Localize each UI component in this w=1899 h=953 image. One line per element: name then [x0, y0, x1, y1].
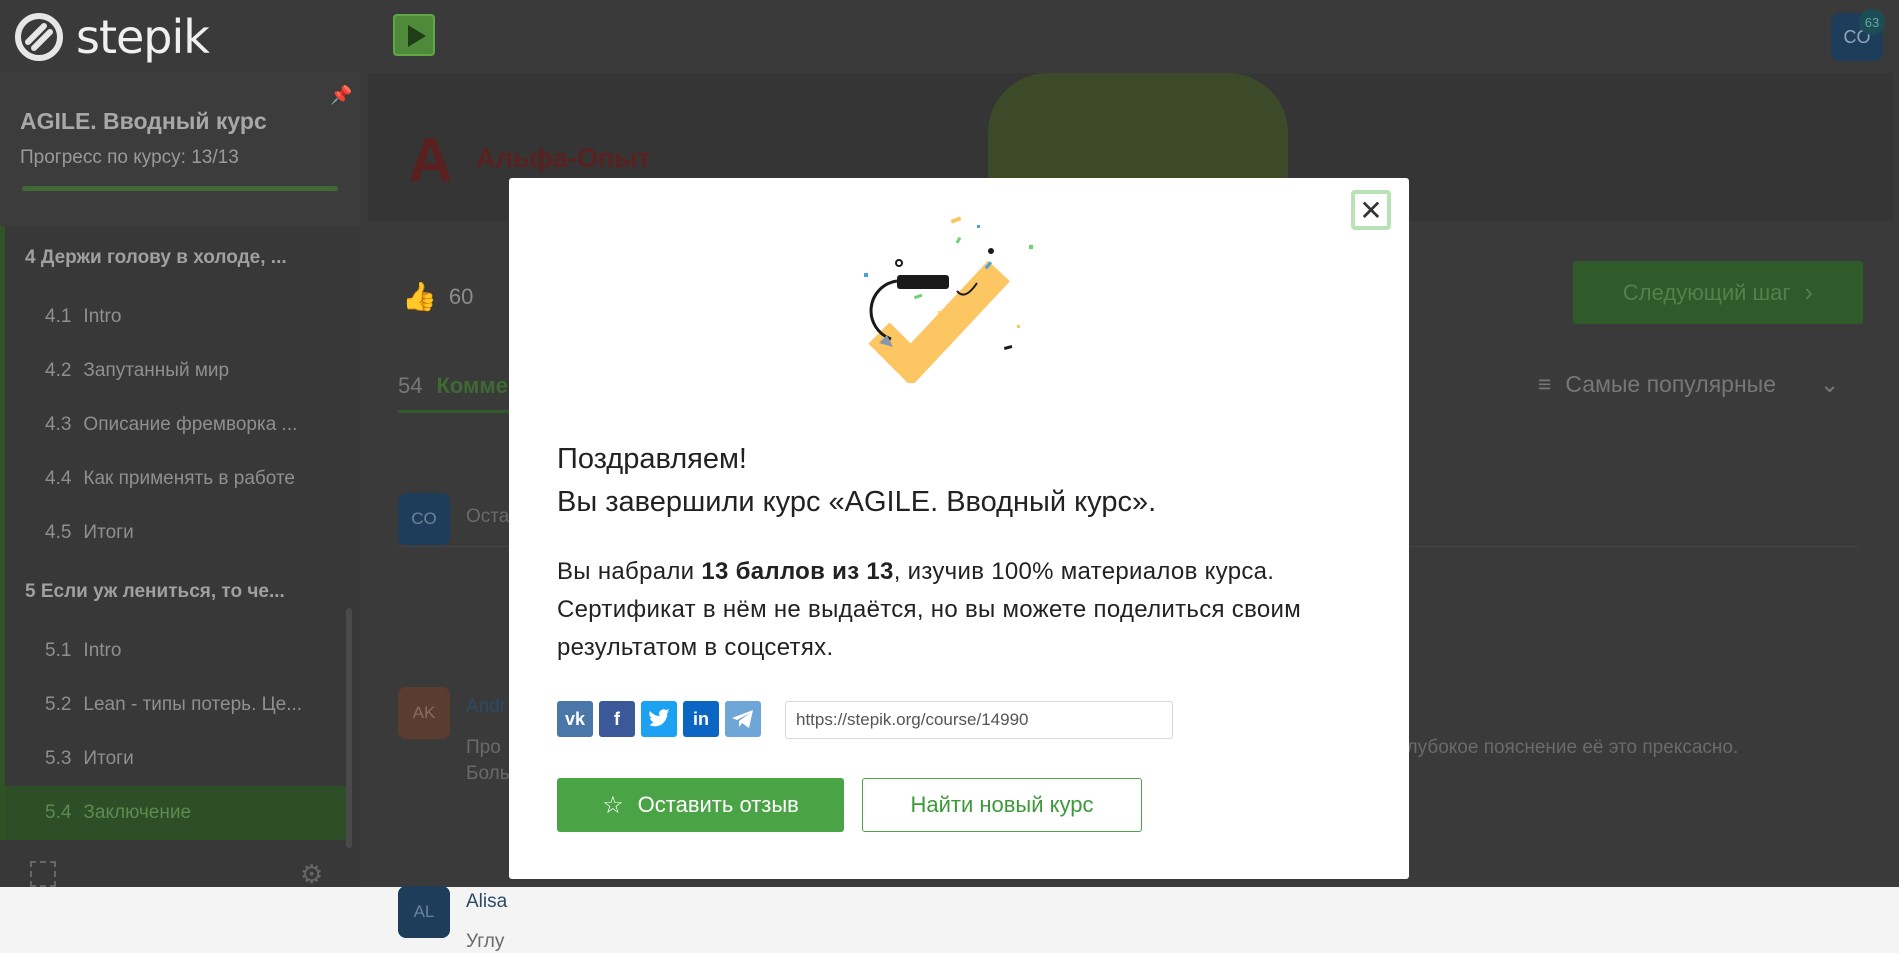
course-complete-modal: ✕ Поздравляем! Вы завершили курс «AGILE.… — [509, 178, 1409, 879]
commenter-name[interactable]: Alisa — [466, 891, 507, 913]
facebook-icon[interactable]: f — [599, 701, 635, 737]
leave-review-button[interactable]: ☆ Оставить отзыв — [557, 778, 844, 832]
star-icon: ☆ — [602, 791, 624, 819]
heading-line-2: Вы завершили курс «AGILE. Вводный курс». — [557, 486, 1157, 518]
twitter-icon[interactable] — [641, 701, 677, 737]
avatar: AL — [398, 886, 450, 938]
close-icon: ✕ — [1359, 194, 1383, 226]
share-note: результатом в соцсетях. — [557, 634, 834, 661]
social-share-buttons: vk f in — [557, 701, 761, 737]
vk-icon[interactable]: vk — [557, 701, 593, 737]
score-text-post: , изучив 100% материалов курса. — [893, 558, 1275, 585]
comment-text: Углу — [466, 931, 505, 952]
score-value: 13 баллов из 13 — [701, 558, 894, 585]
completion-checkmark-illustration — [864, 216, 1033, 383]
share-url-input[interactable] — [785, 701, 1173, 739]
find-new-course-label: Найти новый курс — [910, 792, 1094, 817]
linkedin-icon[interactable]: in — [683, 701, 719, 737]
score-line: Вы набрали 13 баллов из 13, изучив 100% … — [557, 553, 1357, 591]
heading-line-1: Поздравляем! — [557, 443, 747, 475]
modal-overlay: ✕ Поздравляем! Вы завершили курс «AGILE.… — [0, 0, 1899, 887]
close-button[interactable]: ✕ — [1351, 190, 1391, 230]
leave-review-label: Оставить отзыв — [637, 792, 799, 817]
certificate-note: Сертификат в нём не выдаётся, но вы може… — [557, 596, 1302, 623]
find-new-course-button[interactable]: Найти новый курс — [862, 778, 1142, 832]
modal-body-text: Вы набрали 13 баллов из 13, изучив 100% … — [557, 553, 1357, 667]
telegram-icon[interactable] — [725, 701, 761, 737]
modal-heading: Поздравляем! Вы завершили курс «AGILE. В… — [557, 438, 1156, 524]
score-text-pre: Вы набрали — [557, 558, 702, 585]
